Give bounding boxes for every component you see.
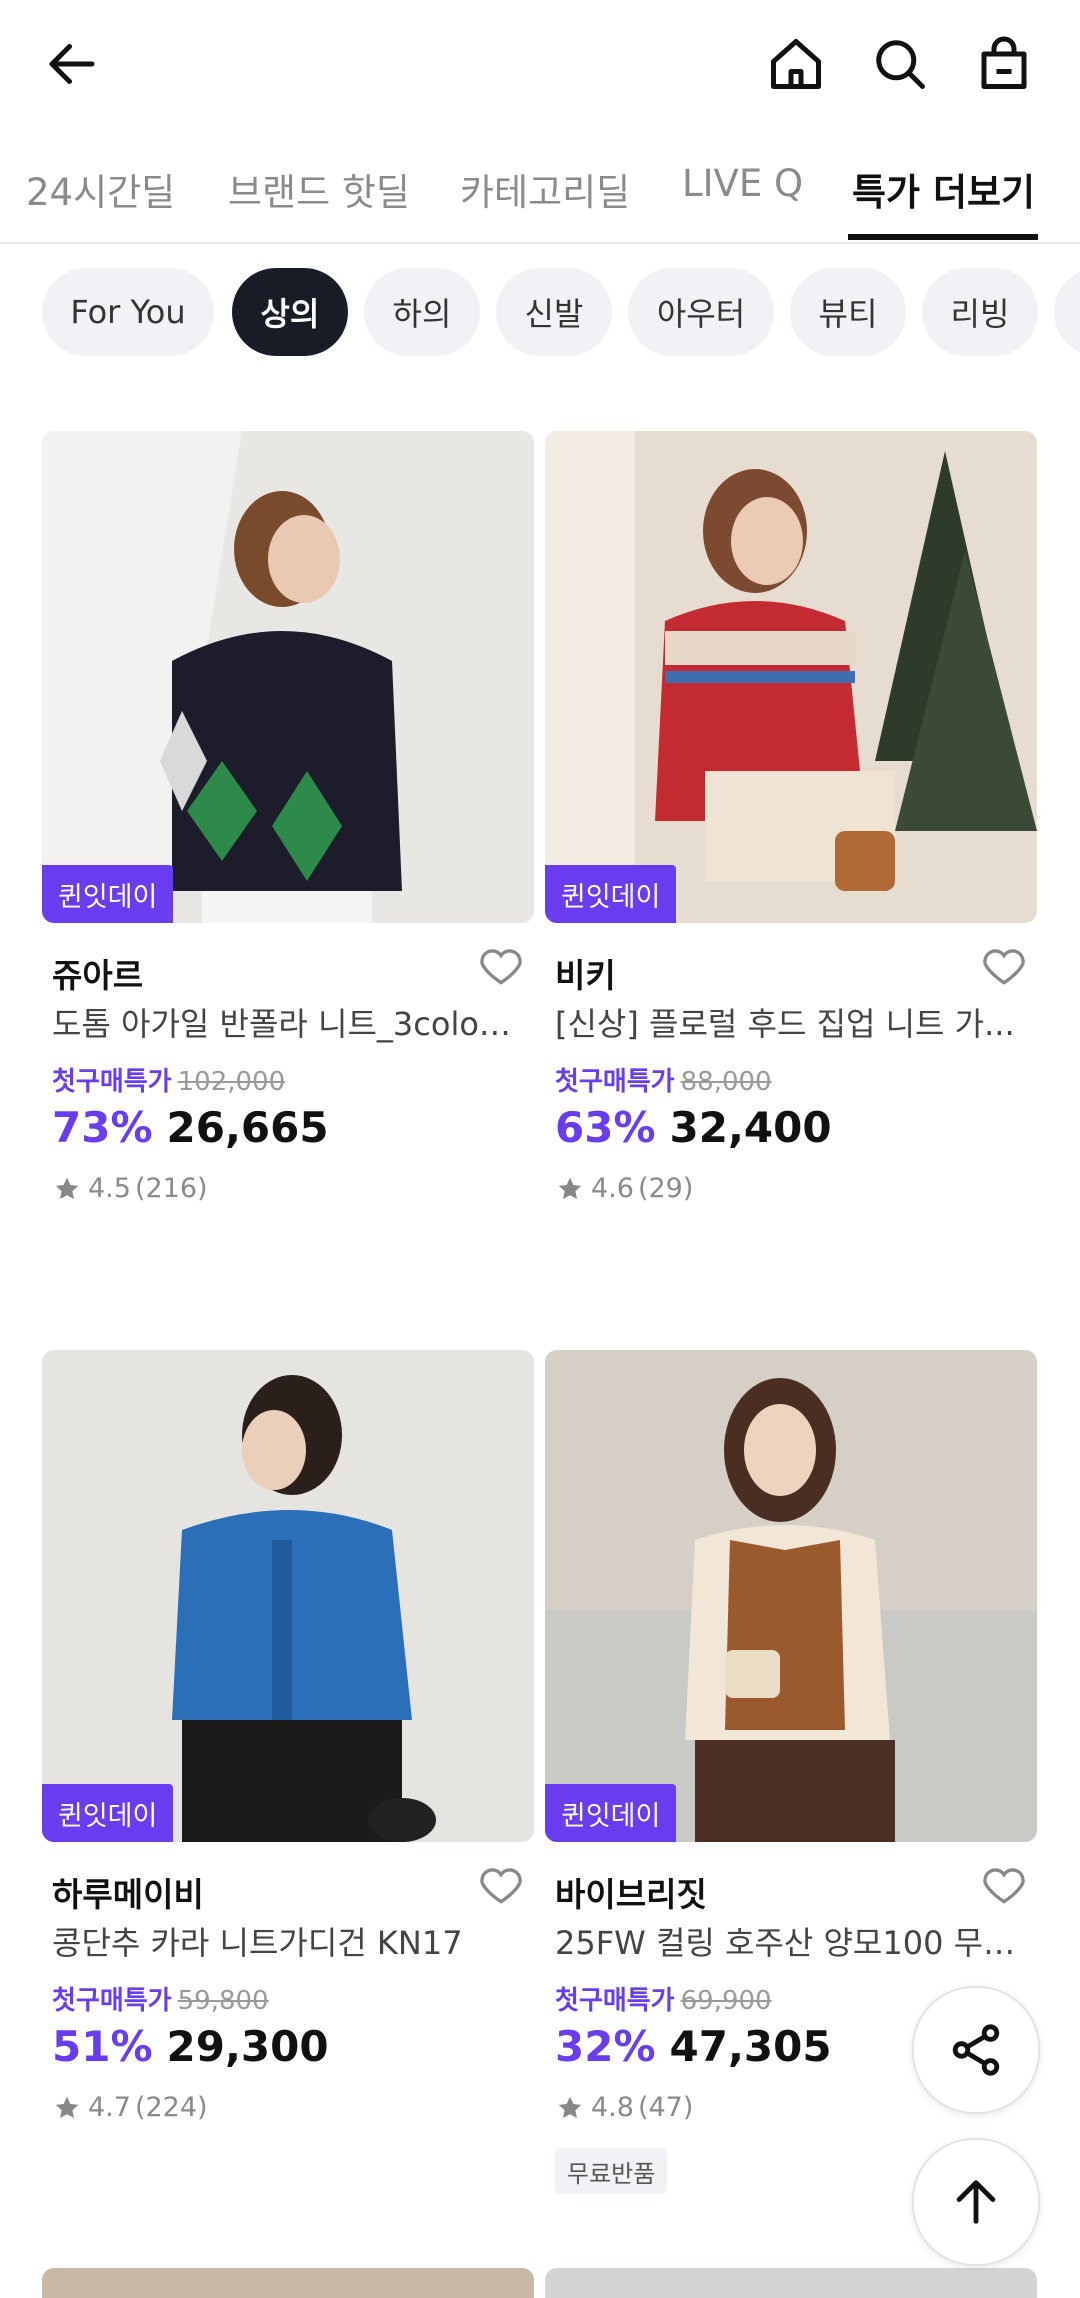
heart-icon[interactable] — [476, 941, 526, 991]
chip-tops[interactable]: 상의 — [232, 268, 348, 356]
discount-rate: 32% — [555, 2022, 656, 2071]
chip-more[interactable] — [1054, 268, 1080, 356]
discount-rate: 73% — [52, 1103, 153, 1152]
product-brand: 하루메이비 — [52, 1875, 204, 1914]
tab-live-q[interactable]: LIVE Q — [682, 162, 803, 205]
promo-label: 첫구매특가 69,900 — [555, 1986, 772, 2016]
product-card[interactable]: 퀸잇데이 비키 [신상] 플로럴 후드 집업 니트 가... 첫구매특가 88,0… — [545, 431, 1037, 1211]
heart-icon[interactable] — [476, 1860, 526, 1910]
star-icon — [55, 2096, 79, 2118]
sale-price: 32,400 — [669, 1103, 832, 1152]
product-image[interactable]: 퀸잇데이 — [545, 431, 1037, 923]
next-product-image[interactable] — [42, 2268, 534, 2298]
search-icon[interactable] — [864, 28, 936, 100]
product-image[interactable]: 퀸잇데이 — [42, 431, 534, 923]
rating: 4.6 (29) — [555, 1173, 693, 1204]
promo-label: 첫구매특가 102,000 — [52, 1067, 286, 1097]
queenit-day-badge: 퀸잇데이 — [545, 1784, 677, 1842]
promo-label: 첫구매특가 88,000 — [555, 1067, 772, 1097]
tab-brand-hot-deal[interactable]: 브랜드 핫딜 — [228, 162, 410, 216]
category-chips: For You 상의 하의 신발 아우터 뷰티 리빙 — [0, 268, 1080, 356]
original-price: 102,000 — [177, 1067, 286, 1097]
chip-for-you[interactable]: For You — [42, 268, 214, 356]
price-line: 51% 29,300 — [52, 2022, 329, 2071]
chip-living[interactable]: 리빙 — [922, 268, 1038, 356]
share-button[interactable] — [912, 1986, 1040, 2114]
share-icon — [952, 2024, 1000, 2076]
active-tab-indicator — [848, 234, 1038, 240]
rating: 4.5 (216) — [52, 1173, 208, 1204]
queenit-day-badge: 퀸잇데이 — [42, 1784, 174, 1842]
rating: 4.8 (47) — [555, 2092, 693, 2123]
price-line: 63% 32,400 — [555, 1103, 832, 1152]
shopping-bag-icon[interactable] — [968, 28, 1040, 100]
deal-tabs: 24시간딜 브랜드 핫딜 카테고리딜 LIVE Q 특가 더보기 — [0, 140, 1080, 244]
sale-price: 29,300 — [166, 2022, 329, 2071]
home-icon[interactable] — [760, 28, 832, 100]
original-price: 88,000 — [680, 1067, 772, 1097]
scroll-top-button[interactable] — [912, 2138, 1040, 2266]
next-product-image[interactable] — [545, 2268, 1037, 2298]
discount-rate: 51% — [52, 2022, 153, 2071]
tab-24hour-deal[interactable]: 24시간딜 — [26, 162, 175, 216]
tab-category-deal[interactable]: 카테고리딜 — [460, 162, 630, 216]
chip-bottoms[interactable]: 하의 — [364, 268, 480, 356]
product-name: 콩단추 카라 니트가디건 KN17 — [52, 1924, 463, 1962]
queenit-day-badge: 퀸잇데이 — [545, 865, 677, 923]
product-image[interactable]: 퀸잇데이 — [545, 1350, 1037, 1842]
chip-outer[interactable]: 아우터 — [628, 268, 774, 356]
top-app-bar — [0, 0, 1080, 125]
product-card[interactable]: 퀸잇데이 쥬아르 도톰 아가일 반폴라 니트_3color_... 첫구매특가 1… — [42, 431, 534, 1211]
star-icon — [558, 2096, 582, 2118]
product-brand: 쥬아르 — [52, 956, 144, 995]
star-icon — [558, 1177, 582, 1199]
discount-rate: 63% — [555, 1103, 656, 1152]
heart-icon[interactable] — [979, 1860, 1029, 1910]
sale-price: 26,665 — [166, 1103, 329, 1152]
original-price: 59,800 — [177, 1986, 269, 2016]
product-name: 25FW 컬링 호주산 양모100 무스... — [555, 1924, 1027, 1962]
free-return-tag: 무료반품 — [555, 2148, 668, 2194]
arrow-up-icon — [956, 2180, 996, 2224]
back-arrow-icon[interactable] — [36, 28, 108, 100]
chip-beauty[interactable]: 뷰티 — [790, 268, 906, 356]
rating: 4.7 (224) — [52, 2092, 208, 2123]
sale-price: 47,305 — [669, 2022, 832, 2071]
star-icon — [55, 1177, 79, 1199]
product-brand: 바이브리짓 — [555, 1875, 707, 1914]
queenit-day-badge: 퀸잇데이 — [42, 865, 174, 923]
tab-special-more[interactable]: 특가 더보기 — [852, 162, 1035, 216]
price-line: 32% 47,305 — [555, 2022, 832, 2071]
product-brand: 비키 — [555, 956, 616, 995]
chip-shoes[interactable]: 신발 — [496, 268, 612, 356]
product-card[interactable]: 퀸잇데이 하루메이비 콩단추 카라 니트가디건 KN17 첫구매특가 59,800… — [42, 1350, 534, 2130]
original-price: 69,900 — [680, 1986, 772, 2016]
heart-icon[interactable] — [979, 941, 1029, 991]
product-name: 도톰 아가일 반폴라 니트_3color_... — [52, 1005, 524, 1043]
product-name: [신상] 플로럴 후드 집업 니트 가... — [555, 1005, 1015, 1043]
promo-label: 첫구매특가 59,800 — [52, 1986, 269, 2016]
product-image[interactable]: 퀸잇데이 — [42, 1350, 534, 1842]
price-line: 73% 26,665 — [52, 1103, 329, 1152]
